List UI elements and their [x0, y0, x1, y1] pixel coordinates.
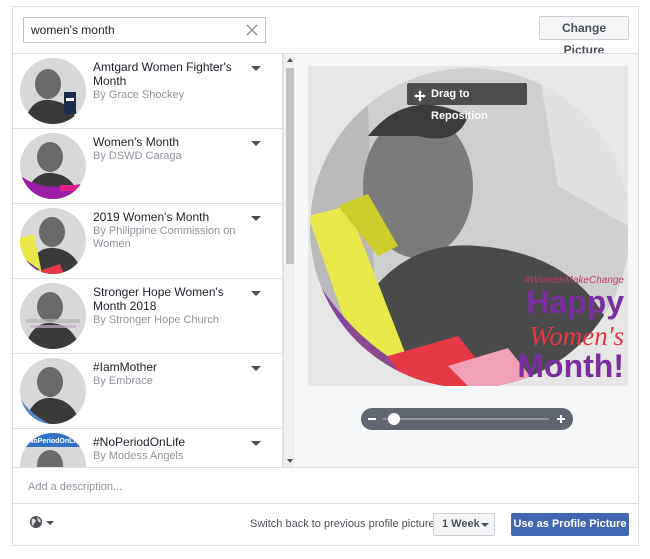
- preview-area: #WomenMakeChange Happy Women's Month! Dr…: [296, 54, 638, 467]
- close-icon[interactable]: [244, 22, 260, 38]
- frame-title: #IamMother By Embrace: [93, 360, 243, 388]
- frame-title-text: Amtgard Women Fighter's Month: [93, 60, 232, 88]
- chevron-down-icon[interactable]: [251, 141, 261, 146]
- frame-title: Stronger Hope Women's Month 2018 By Stro…: [93, 285, 243, 327]
- frame-byline: By DSWD Caraga: [93, 150, 182, 162]
- frame-list-item[interactable]: #NoPeriodOnLife #NoPeriodOnLife By Modes…: [13, 429, 282, 467]
- switch-back-label: Switch back to previous profile picture …: [250, 518, 447, 530]
- frame-search-input[interactable]: [24, 18, 239, 42]
- frame-title: 2019 Women's Month By Philippine Commiss…: [93, 210, 243, 251]
- move-icon: [414, 88, 426, 102]
- profile-frame-dialog: Change Picture Amtgard Women Fighter's M…: [12, 6, 639, 546]
- frame-title: Amtgard Women Fighter's Month By Grace S…: [93, 60, 243, 102]
- chevron-down-icon[interactable]: [251, 366, 261, 371]
- frame-thumbnail: [20, 133, 86, 199]
- privacy-selector[interactable]: [29, 515, 55, 531]
- frame-thumbnail: [20, 283, 86, 349]
- zoom-out-icon[interactable]: [368, 418, 376, 420]
- divider: [13, 503, 638, 504]
- chevron-down-icon[interactable]: [251, 66, 261, 71]
- frame-byline: By Stronger Hope Church: [93, 314, 219, 326]
- frame-byline: By Embrace: [93, 375, 153, 387]
- frame-list: Amtgard Women Fighter's Month By Grace S…: [13, 54, 283, 467]
- scroll-down-icon[interactable]: [287, 459, 293, 463]
- frame-byline: By Modess Angels: [93, 450, 184, 462]
- search-box: [23, 17, 266, 43]
- list-scrollbar[interactable]: [283, 54, 295, 467]
- divider: [13, 467, 638, 468]
- frame-thumbnail: #NoPeriodOnLife: [20, 433, 86, 467]
- thumbnail-hashtag: #NoPeriodOnLife: [24, 438, 81, 445]
- frame-list-item[interactable]: #IamMother By Embrace: [13, 354, 282, 429]
- zoom-track[interactable]: [383, 418, 549, 420]
- frame-title-text: Women's Month: [93, 135, 180, 149]
- frame-list-item[interactable]: Amtgard Women Fighter's Month By Grace S…: [13, 54, 282, 129]
- frame-thumbnail: [20, 358, 86, 424]
- drag-to-reposition-label[interactable]: Drag to Reposition: [407, 83, 527, 122]
- frame-byline: By Grace Shockey: [93, 89, 185, 101]
- frame-byline: By Philippine Commission on Women: [93, 225, 236, 250]
- description-input[interactable]: Add a description...: [28, 481, 122, 493]
- frame-list-item[interactable]: 2019 Women's Month By Philippine Commiss…: [13, 204, 282, 279]
- chevron-down-icon: [46, 521, 54, 525]
- frame-title-text: #IamMother: [93, 360, 158, 374]
- zoom-slider[interactable]: [361, 408, 573, 430]
- overlay-month: Month!: [517, 348, 624, 384]
- drag-label-text: Drag to Reposition: [431, 88, 488, 122]
- zoom-in-icon[interactable]: [560, 415, 562, 423]
- frame-title: #NoPeriodOnLife By Modess Angels: [93, 435, 243, 463]
- frame-thumbnail: [20, 58, 86, 124]
- frame-title-text: #NoPeriodOnLife: [93, 435, 186, 449]
- scroll-thumb[interactable]: [286, 68, 294, 264]
- chevron-down-icon[interactable]: [251, 441, 261, 446]
- frame-title-text: 2019 Women's Month: [93, 210, 210, 224]
- use-as-profile-picture-button[interactable]: Use as Profile Picture: [511, 513, 629, 536]
- overlay-happy: Happy: [526, 284, 624, 320]
- overlay-womens: Women's: [529, 321, 624, 351]
- zoom-handle[interactable]: [387, 413, 400, 425]
- change-picture-button[interactable]: Change Picture: [539, 16, 629, 57]
- chevron-down-icon: [481, 523, 489, 527]
- duration-select[interactable]: 1 Week: [433, 513, 495, 536]
- frame-title-text: Stronger Hope Women's Month 2018: [93, 285, 224, 313]
- scroll-up-icon[interactable]: [287, 58, 293, 62]
- chevron-down-icon[interactable]: [251, 291, 261, 296]
- frame-title: Women's Month By DSWD Caraga: [93, 135, 243, 163]
- frame-thumbnail: [20, 208, 86, 274]
- chevron-down-icon[interactable]: [251, 216, 261, 221]
- frame-list-item[interactable]: Women's Month By DSWD Caraga: [13, 129, 282, 204]
- profile-preview[interactable]: #WomenMakeChange Happy Women's Month! Dr…: [308, 66, 628, 386]
- duration-value: 1 Week: [442, 518, 480, 530]
- globe-icon: [30, 516, 42, 528]
- frame-list-item[interactable]: Stronger Hope Women's Month 2018 By Stro…: [13, 279, 282, 354]
